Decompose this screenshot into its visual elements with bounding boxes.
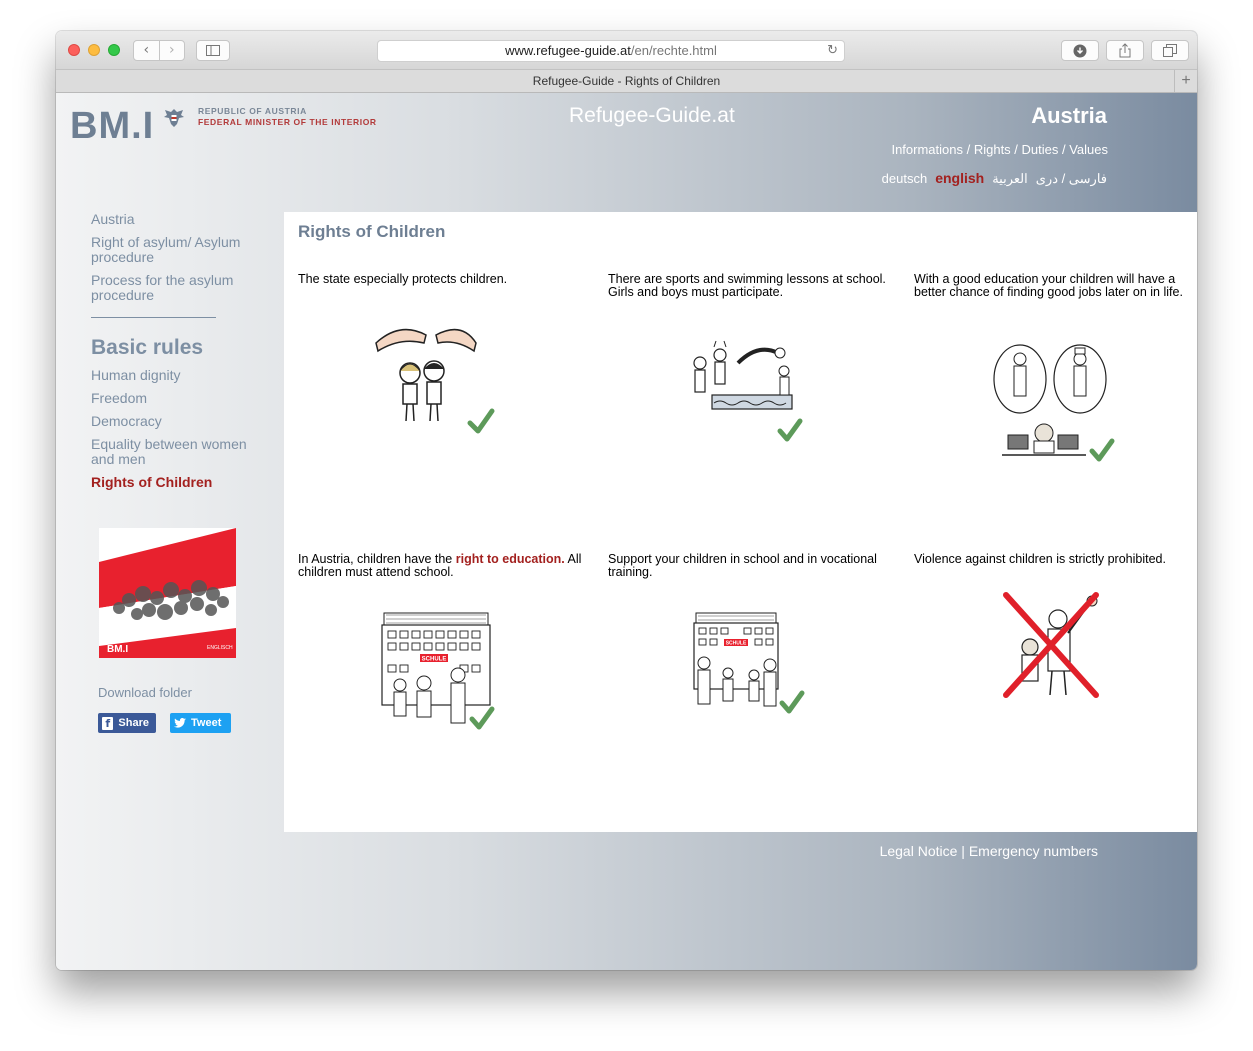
school-support-illustration: SCHULE xyxy=(693,612,805,714)
emergency-numbers-link[interactable]: Emergency numbers xyxy=(969,843,1098,859)
rule-card-no-violence: Violence against children is strictly pr… xyxy=(914,552,1197,698)
navigation-buttons: ‹ › xyxy=(133,40,185,61)
close-window-button[interactable] xyxy=(68,44,80,56)
rule-card-protection: The state especially protects children. xyxy=(298,272,583,434)
active-tab-title[interactable]: Refugee-Guide - Rights of Children xyxy=(533,74,720,88)
language-switcher: deutsch english العربية فارسی / دری xyxy=(882,170,1107,187)
share-icon xyxy=(1119,43,1131,58)
check-icon xyxy=(777,418,803,442)
rule-text: There are sports and swimming lessons at… xyxy=(608,272,886,299)
check-icon xyxy=(467,408,495,434)
page-footer: Legal Notice | Emergency numbers xyxy=(880,843,1098,859)
url-path: /en/rechte.html xyxy=(630,43,717,58)
legal-notice-link[interactable]: Legal Notice xyxy=(880,843,958,859)
forward-icon[interactable]: › xyxy=(158,41,185,60)
nav-process-asylum[interactable]: Process for the asylum procedure xyxy=(91,273,261,303)
lang-arabic[interactable]: العربية xyxy=(992,171,1028,187)
url-domain: www.refugee-guide.at xyxy=(505,43,631,58)
tabs-icon xyxy=(1163,44,1177,57)
check-icon xyxy=(1089,438,1115,462)
new-tab-button[interactable]: + xyxy=(1174,70,1197,92)
education-future-illustration xyxy=(993,344,1115,462)
address-bar[interactable]: www.refugee-guide.at/en/rechte.html ↻ xyxy=(377,40,845,62)
share-label: Share xyxy=(118,717,149,729)
rule-card-education-future: With a good education your children will… xyxy=(914,272,1197,462)
minimize-window-button[interactable] xyxy=(88,44,100,56)
download-icon xyxy=(1073,44,1087,57)
back-icon[interactable]: ‹ xyxy=(134,41,159,60)
nav-freedom[interactable]: Freedom xyxy=(91,391,261,406)
rule-text-part: In Austria, children have the xyxy=(298,552,456,566)
sidebar-icon xyxy=(206,45,220,56)
facebook-share-button[interactable]: f Share xyxy=(98,713,156,733)
eagle-emblem-icon xyxy=(164,109,184,127)
left-navigation: Austria Right of asylum/ Asylum procedur… xyxy=(91,212,261,498)
country-title: Austria xyxy=(1031,103,1107,128)
lang-english[interactable]: english xyxy=(935,170,984,186)
folder-language: ENGLISCH xyxy=(207,645,233,651)
ministry-line1: REPUBLIC OF AUSTRIA xyxy=(198,106,307,116)
twitter-tweet-button[interactable]: Tweet xyxy=(170,713,231,733)
rule-text: In Austria, children have the right to e… xyxy=(298,553,583,579)
download-folder-thumbnail[interactable]: BM.I ENGLISCH xyxy=(99,528,236,658)
check-icon xyxy=(469,706,495,730)
rule-card-support-school: Support your children in school and in v… xyxy=(608,552,893,714)
bmi-logo[interactable]: BM.I xyxy=(70,105,154,148)
tab-bar: Refugee-Guide - Rights of Children + xyxy=(56,69,1197,93)
rule-card-sports: There are sports and swimming lessons at… xyxy=(608,272,893,442)
ministry-name: REPUBLIC OF AUSTRIA FEDERAL MINISTER OF … xyxy=(198,106,377,128)
nav-divider xyxy=(91,317,216,318)
page-title: Rights of Children xyxy=(298,222,446,241)
facebook-icon: f xyxy=(102,716,114,730)
nav-right-of-asylum[interactable]: Right of asylum/ Asylum procedure xyxy=(91,235,261,265)
rule-card-right-to-education: In Austria, children have the right to e… xyxy=(298,553,583,730)
downloads-button[interactable] xyxy=(1061,40,1099,61)
nav-equality[interactable]: Equality between women and men xyxy=(91,437,261,467)
rule-text: Violence against children is strictly pr… xyxy=(914,552,1166,566)
ministry-line2: FEDERAL MINISTER OF THE INTERIOR xyxy=(198,117,377,127)
folder-brand: BM.I xyxy=(107,644,128,655)
rule-text: The state especially protects children. xyxy=(298,272,508,286)
twitter-bird-icon xyxy=(174,718,186,728)
swimming-lessons-illustration xyxy=(693,340,803,442)
check-icon xyxy=(779,690,805,714)
school-sign: SCHULE xyxy=(422,657,447,663)
browser-window: ‹ › www.refugee-guide.at/en/rechte.html … xyxy=(56,31,1197,970)
site-title[interactable]: Refugee-Guide.at xyxy=(569,104,735,128)
nav-human-dignity[interactable]: Human dignity xyxy=(91,368,261,383)
show-tabs-button[interactable] xyxy=(1151,40,1189,61)
lang-deutsch[interactable]: deutsch xyxy=(882,171,928,186)
browser-toolbar: ‹ › www.refugee-guide.at/en/rechte.html … xyxy=(56,31,1197,69)
main-content: Rights of Children The state especially … xyxy=(284,212,1197,832)
school-building-illustration: SCHULE xyxy=(381,612,495,730)
top-navigation-link[interactable]: Informations / Rights / Duties / Values xyxy=(891,142,1108,157)
school-sign: SCHULE xyxy=(726,641,747,647)
nav-austria[interactable]: Austria xyxy=(91,212,261,227)
download-folder-link[interactable]: Download folder xyxy=(98,685,192,700)
nav-section-heading[interactable]: Basic rules xyxy=(91,336,261,360)
sidebar-toggle-button[interactable] xyxy=(196,40,230,61)
right-to-education-link[interactable]: right to education. xyxy=(456,552,565,566)
maximize-window-button[interactable] xyxy=(108,44,120,56)
footer-separator: | xyxy=(961,843,965,859)
violence-prohibited-illustration xyxy=(1003,592,1099,698)
nav-democracy[interactable]: Democracy xyxy=(91,414,261,429)
reload-icon[interactable]: ↻ xyxy=(827,41,838,61)
rule-text: With a good education your children will… xyxy=(914,272,1183,299)
nav-rights-of-children[interactable]: Rights of Children xyxy=(91,475,261,490)
lang-farsi-dari[interactable]: فارسی / دری xyxy=(1036,171,1107,187)
share-button[interactable] xyxy=(1106,40,1144,61)
protecting-hands-illustration xyxy=(375,328,495,434)
tweet-label: Tweet xyxy=(191,717,222,729)
rule-text: Support your children in school and in v… xyxy=(608,552,877,579)
